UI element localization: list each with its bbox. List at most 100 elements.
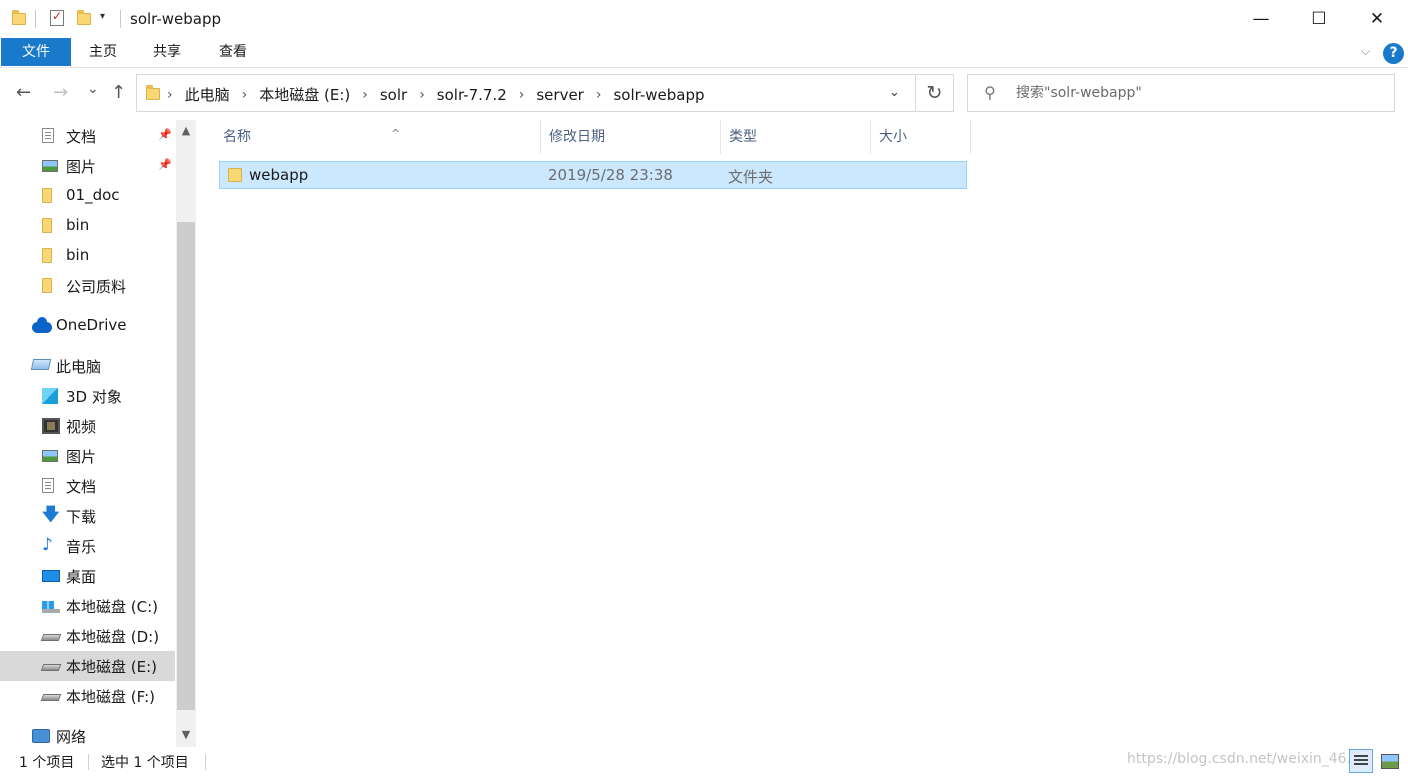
file-type: 文件夹 — [728, 168, 774, 186]
navigation-pane: 文档 📌 图片 📌 01_doc bin bin 公司质料 OneDrive 此电脑 3D 对象 视频… — [0, 120, 196, 747]
expand-ribbon-chevron-icon[interactable]: ⌵ — [1361, 44, 1370, 59]
up-arrow-icon[interactable]: ↑ — [111, 82, 126, 103]
sidebar-item-label: bin — [66, 246, 90, 264]
desktop-icon — [42, 570, 60, 582]
sidebar-item[interactable]: 文档 📌 — [0, 121, 175, 151]
sidebar-item-label: 音乐 — [66, 538, 97, 556]
minimize-button[interactable]: — — [1232, 0, 1290, 38]
video-icon — [42, 418, 60, 434]
scroll-up-arrow-icon[interactable]: ▲ — [176, 124, 196, 137]
breadcrumb-solr-version[interactable]: solr-7.7.2 — [437, 86, 507, 104]
sidebar-item[interactable]: 图片 📌 — [0, 151, 175, 181]
onedrive-icon — [32, 317, 52, 333]
pin-icon[interactable]: 📌 — [158, 128, 172, 141]
search-input[interactable] — [1016, 82, 1376, 104]
sidebar-item[interactable]: 桌面 — [0, 561, 175, 591]
sidebar-scrollbar-thumb[interactable] — [177, 222, 195, 710]
sidebar-item[interactable]: 01_doc — [0, 181, 175, 211]
tab-share[interactable]: 共享 — [140, 38, 194, 66]
sidebar-item[interactable]: 本地磁盘 (D:) — [0, 621, 175, 651]
new-folder-icon[interactable] — [77, 10, 91, 25]
folder-icon — [42, 218, 52, 233]
sidebar-item[interactable]: 🡇 下载 — [0, 501, 175, 531]
sidebar-item[interactable]: 网络 — [0, 721, 175, 747]
address-bar[interactable]: › 此电脑 › 本地磁盘 (E:) › solr › solr-7.7.2 › … — [136, 74, 916, 112]
ribbon-tabs: 文件 主页 共享 查看 ⌵ ? — [0, 38, 1408, 68]
folder-icon — [42, 248, 52, 263]
folder-icon — [228, 168, 242, 182]
status-separator — [88, 754, 89, 770]
sidebar-item-label: 3D 对象 — [66, 388, 122, 406]
refresh-button[interactable]: ↻ — [916, 74, 954, 112]
computer-icon — [30, 359, 52, 370]
column-name-label: 名称 — [223, 129, 251, 145]
folder-icon — [42, 188, 52, 203]
breadcrumb-separator-icon[interactable]: › — [362, 87, 368, 103]
sidebar-item[interactable]: 此电脑 — [0, 351, 175, 381]
sidebar-item-label: 本地磁盘 (E:) — [66, 658, 158, 676]
sidebar-item[interactable]: ♪ 音乐 — [0, 531, 175, 561]
help-icon[interactable]: ? — [1383, 43, 1404, 64]
folder-icon — [42, 278, 52, 293]
qa-separator — [35, 10, 36, 28]
breadcrumb-this-pc[interactable]: 此电脑 — [185, 84, 230, 105]
sidebar-item-label: 01_doc — [66, 186, 120, 204]
download-icon: 🡇 — [42, 505, 60, 525]
sidebar-item-label: OneDrive — [56, 316, 127, 334]
tab-home[interactable]: 主页 — [76, 38, 130, 66]
details-view-icon[interactable] — [1349, 749, 1373, 773]
document-icon — [42, 128, 54, 143]
breadcrumb-separator-icon[interactable]: › — [596, 87, 602, 103]
breadcrumb-solr-webapp[interactable]: solr-webapp — [613, 86, 704, 104]
sidebar-item[interactable]: 文档 — [0, 471, 175, 501]
file-list: 名称 ^ 修改日期 类型 大小 webapp 2019/5/28 23:38 文… — [196, 120, 1408, 747]
breadcrumb-separator-icon[interactable]: › — [167, 87, 173, 103]
column-header-type[interactable]: 类型 — [721, 120, 871, 154]
tab-view[interactable]: 查看 — [206, 38, 260, 66]
music-icon: ♪ — [42, 535, 53, 555]
forward-arrow-icon[interactable]: → — [53, 82, 68, 103]
sidebar-item[interactable]: 公司质料 — [0, 271, 175, 301]
sidebar-item[interactable]: 视频 — [0, 411, 175, 441]
sidebar-item[interactable]: 本地磁盘 (F:) — [0, 681, 175, 711]
scroll-down-arrow-icon[interactable]: ▼ — [176, 728, 196, 741]
maximize-button[interactable]: ☐ — [1290, 0, 1348, 38]
properties-icon[interactable] — [50, 9, 64, 26]
drive-icon — [40, 694, 62, 701]
navigation-bar: ← → ⌄ ↑ › 此电脑 › 本地磁盘 (E:) › solr › solr-… — [0, 68, 1408, 120]
sidebar-item[interactable]: 本地磁盘 (E:) — [0, 651, 175, 681]
breadcrumb-separator-icon[interactable]: › — [419, 87, 425, 103]
breadcrumb-drive-e[interactable]: 本地磁盘 (E:) — [259, 84, 350, 105]
breadcrumb-solr[interactable]: solr — [380, 86, 407, 104]
close-button[interactable]: ✕ — [1348, 0, 1406, 38]
3d-objects-icon — [42, 388, 58, 404]
table-row[interactable]: webapp 2019/5/28 23:38 文件夹 — [219, 161, 967, 189]
sidebar-item[interactable]: OneDrive — [0, 311, 175, 341]
sidebar-item[interactable]: 图片 — [0, 441, 175, 471]
item-count: 1 个项目 — [19, 755, 75, 771]
sidebar-item-label: 公司质料 — [66, 278, 127, 296]
breadcrumb-server[interactable]: server — [536, 86, 583, 104]
column-header-date[interactable]: 修改日期 — [541, 120, 721, 154]
column-header-name[interactable]: 名称 ^ — [215, 120, 541, 154]
customize-toolbar-chevron-icon[interactable]: ▾ — [100, 11, 105, 22]
title-bar: ▾ solr-webapp — ☐ ✕ — [0, 0, 1408, 38]
drive-icon — [40, 664, 62, 671]
large-icons-view-icon[interactable] — [1378, 750, 1400, 772]
window-title: solr-webapp — [130, 10, 222, 28]
sidebar-item[interactable]: 本地磁盘 (C:) — [0, 591, 175, 621]
recent-locations-chevron-icon[interactable]: ⌄ — [87, 81, 99, 97]
sidebar-item[interactable]: 3D 对象 — [0, 381, 175, 411]
sidebar-item[interactable]: bin — [0, 241, 175, 271]
breadcrumb-separator-icon[interactable]: › — [519, 87, 525, 103]
column-header-size[interactable]: 大小 — [871, 120, 971, 154]
search-box[interactable]: ⚲ — [967, 74, 1395, 112]
file-name: webapp — [249, 166, 309, 184]
back-arrow-icon[interactable]: ← — [16, 82, 31, 103]
tab-file[interactable]: 文件 — [1, 38, 71, 66]
sidebar-item[interactable]: bin — [0, 211, 175, 241]
pin-icon[interactable]: 📌 — [158, 158, 172, 171]
breadcrumb-separator-icon[interactable]: › — [242, 87, 248, 103]
address-history-chevron-icon[interactable]: ⌄ — [889, 85, 900, 100]
window-folder-icon — [12, 10, 26, 25]
